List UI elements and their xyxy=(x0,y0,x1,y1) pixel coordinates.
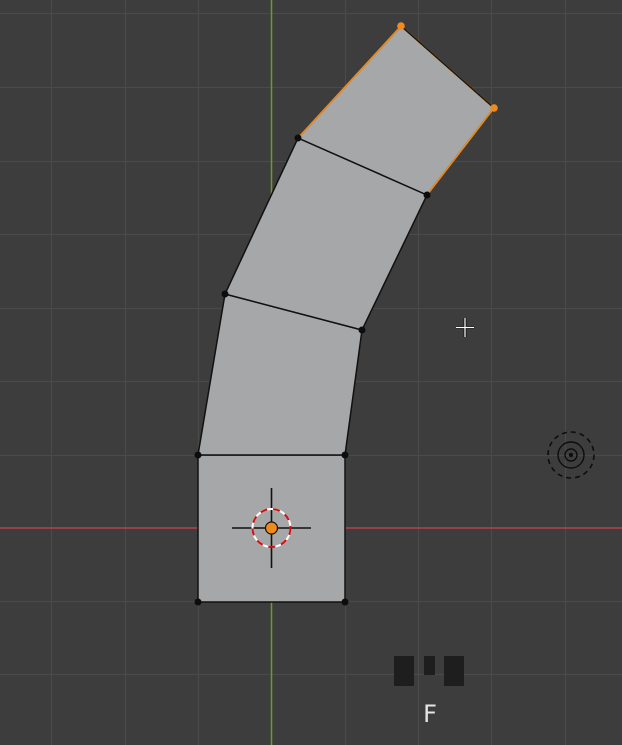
mesh-object[interactable] xyxy=(194,22,498,606)
vertex-selected[interactable] xyxy=(397,22,405,30)
vertex[interactable] xyxy=(341,598,349,606)
vertex[interactable] xyxy=(221,290,229,298)
vertex[interactable] xyxy=(341,451,349,459)
3d-viewport[interactable]: F xyxy=(0,0,622,745)
crosshair-cursor-icon xyxy=(456,318,474,337)
vertex[interactable] xyxy=(358,326,366,334)
screencast-key-label: F xyxy=(423,700,437,728)
mouse-icon xyxy=(394,656,464,686)
vertex[interactable] xyxy=(194,598,202,606)
vertex[interactable] xyxy=(423,191,431,199)
origin-dot-icon[interactable] xyxy=(264,521,279,535)
vertex[interactable] xyxy=(194,451,202,459)
vertex-selected[interactable] xyxy=(490,104,498,112)
vertex[interactable] xyxy=(294,134,302,142)
viewport-canvas[interactable] xyxy=(0,0,622,745)
